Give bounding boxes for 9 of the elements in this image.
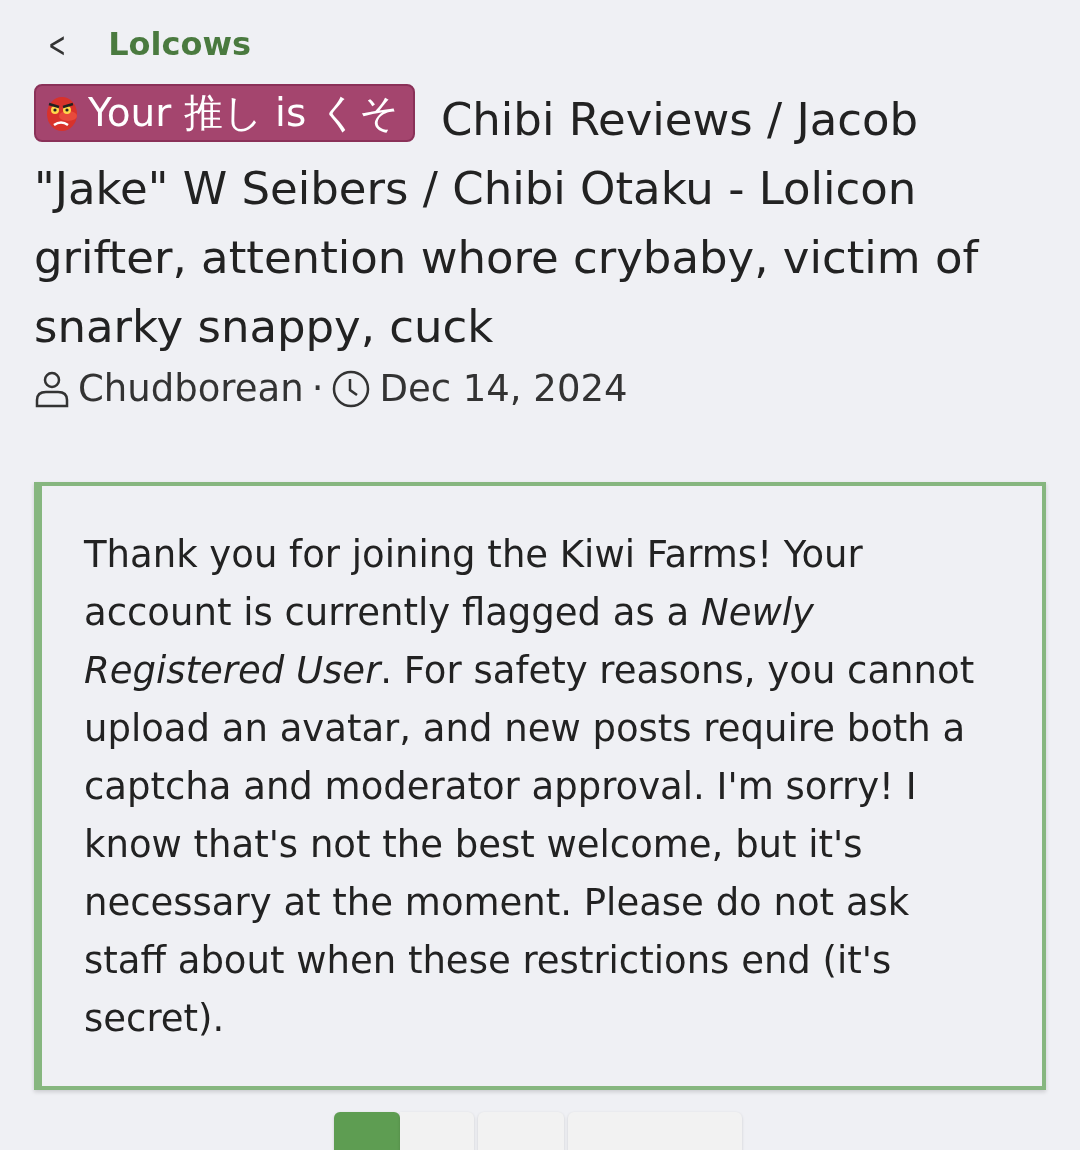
forum-link[interactable]: Lolcows bbox=[108, 25, 252, 63]
separator-dot: · bbox=[311, 367, 324, 410]
back-button[interactable]: < bbox=[48, 23, 67, 65]
post-date[interactable]: Dec 14, 2024 bbox=[379, 367, 628, 410]
notice-text: Thank you for joining the Kiwi Farms! Your account is currently flagged as a Newly Registered User. For safety reasons, you cannot upload an avatar, and new posts require both a captcha and moderator approval. I'm sorry! I know that's not the best welcome, but it's necessary at the moment. Please do not ask staff about when these restrictions end (it's secret). bbox=[84, 532, 976, 1042]
user-icon bbox=[34, 369, 70, 408]
thread-title: Your 推し is くそ Chibi Reviews / Jacob "Jake" W Seibers / Chibi Otaku - Lolicon grifter, attention whore crybaby, victim of snarky snappy, cuck bbox=[34, 84, 1034, 361]
author-name[interactable]: Chudborean bbox=[78, 367, 304, 410]
clock-icon bbox=[331, 368, 372, 409]
